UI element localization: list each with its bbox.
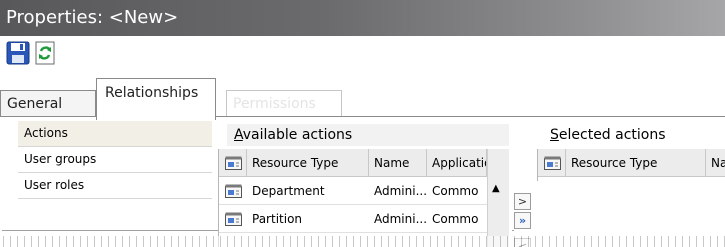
refresh-button[interactable] [34,41,58,65]
resource-type-icon [225,212,242,226]
icon-column-header[interactable] [538,149,566,177]
window-title-bar: Properties: <New> [0,0,725,36]
nav-item-user-groups[interactable]: User groups [18,147,212,173]
toolbar [0,36,725,70]
refresh-icon [35,41,55,65]
cell-name: Admini... [374,184,427,198]
tab-relationships-label: Relationships [105,85,199,101]
cell-resource-type: Department [252,184,325,198]
cell-resource-type: Partition [252,212,303,226]
nav-item-label: User roles [24,178,85,192]
heading-text: vailable actions [242,127,353,143]
tab-strip: General Relationships Permissions [0,70,725,120]
resource-type-icon [544,156,561,170]
available-actions-grid[interactable]: Resource Type Name Application Departmen… [218,149,512,247]
cell-application: Commo [432,212,479,226]
nav-item-label: Actions [24,126,68,140]
tab-general-label: General [7,96,63,112]
add-all-button[interactable]: » [514,212,531,229]
cell-name: Admini... [374,212,427,226]
column-header-resource-type[interactable]: Resource Type [247,149,369,177]
grid-header-row: Resource Type Nam [538,149,725,177]
table-row[interactable]: Department Admini... Commo [219,177,487,205]
save-disk-icon [6,41,30,65]
available-actions-heading: Available actions [227,124,509,146]
resource-type-icon [225,156,242,170]
column-header-resource-type[interactable]: Resource Type [566,149,706,177]
column-header-name[interactable]: Nam [706,149,725,177]
row-icon-cell [219,177,247,205]
icon-column-header[interactable] [219,149,247,177]
resource-type-icon [225,184,242,198]
nav-item-label: User groups [24,152,97,166]
save-button[interactable] [6,41,30,65]
row-icon-cell [219,205,247,233]
add-selected-button[interactable]: > [514,193,531,210]
tab-permissions-label: Permissions [233,96,316,112]
selected-actions-grid[interactable]: Resource Type Nam [537,149,725,181]
heading-text: elected actions [558,127,666,143]
table-row[interactable]: Partition Admini... Commo [219,205,487,233]
accesskey-letter: A [234,127,243,143]
torn-edge-decoration [0,236,725,247]
tab-relationships[interactable]: Relationships [96,78,216,120]
relationships-nav: Actions User groups User roles [18,121,212,199]
accesskey-letter: S [550,127,559,143]
cell-application: Commo [432,184,479,198]
tab-permissions: Permissions [226,90,342,116]
nav-item-user-roles[interactable]: User roles [18,173,212,199]
window-title: Properties: <New> [6,7,179,28]
column-header-application[interactable]: Application [427,149,487,177]
grid-header-row: Resource Type Name Application [219,149,487,177]
column-header-name[interactable]: Name [369,149,427,177]
selected-actions-heading: Selected actions [543,124,725,146]
scroll-up-arrow-icon[interactable]: ▲ [492,183,500,194]
nav-item-actions[interactable]: Actions [18,121,212,147]
vertical-scrollbar[interactable]: ▲ [487,149,509,247]
tab-general[interactable]: General [0,90,96,116]
